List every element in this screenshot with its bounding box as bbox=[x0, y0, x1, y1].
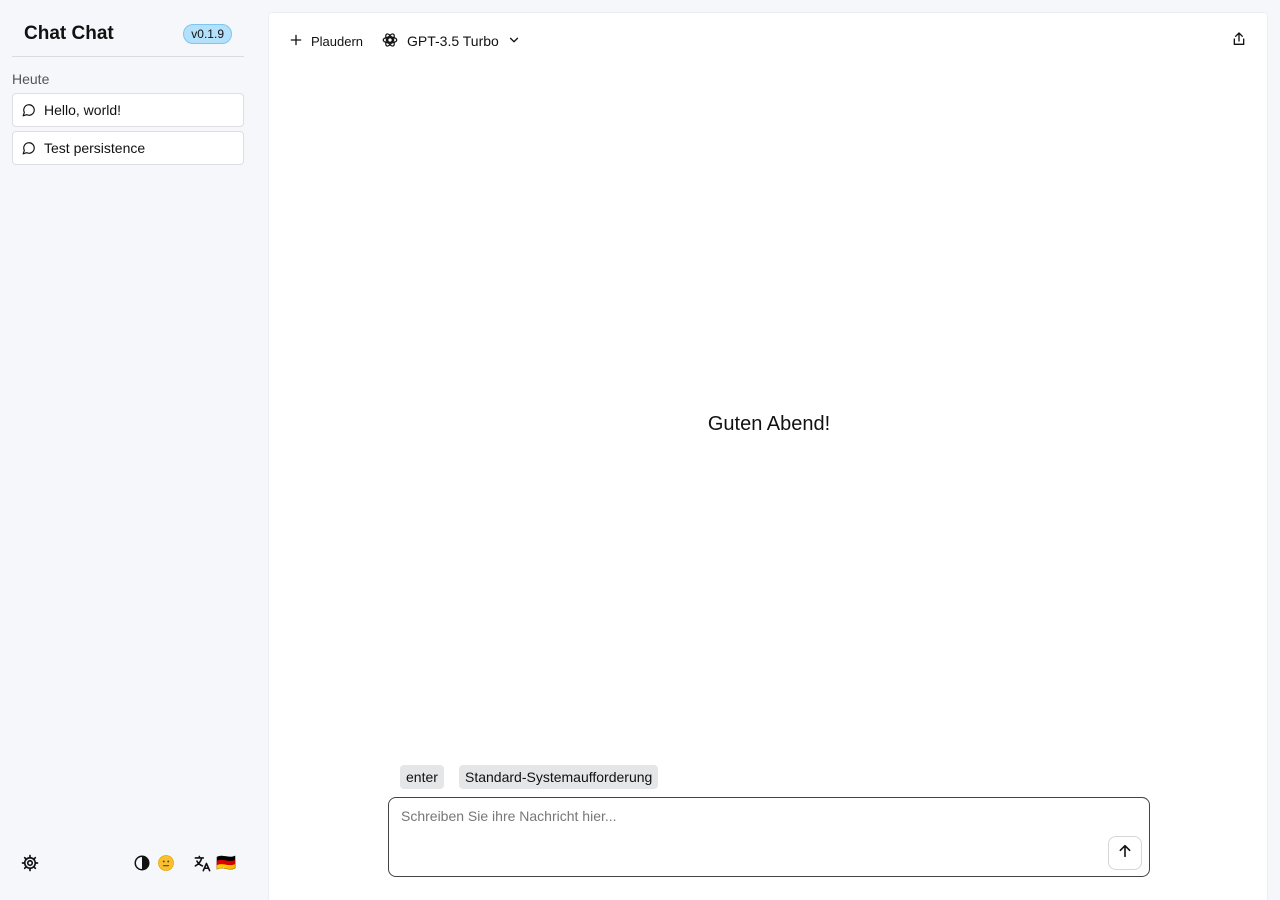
model-select[interactable]: GPT-3.5 Turbo bbox=[381, 30, 521, 52]
chat-bubble-icon bbox=[22, 141, 36, 155]
translate-icon[interactable] bbox=[192, 853, 212, 873]
plus-icon bbox=[289, 33, 303, 50]
share-icon bbox=[1231, 31, 1247, 52]
sidebar-chat-item[interactable]: Hello, world! bbox=[12, 93, 244, 127]
share-button[interactable] bbox=[1229, 31, 1249, 51]
sidebar-chat-label: Hello, world! bbox=[44, 102, 122, 118]
sidebar-chat-label: Test persistence bbox=[44, 140, 146, 156]
new-chat-label: Plaudern bbox=[311, 33, 364, 49]
new-chat-button[interactable]: Plaudern bbox=[289, 31, 363, 51]
sidebar: Chat Chat v0.1.9 Heute Hello, world! Tes… bbox=[0, 0, 256, 900]
emoji-face-icon[interactable] bbox=[156, 853, 176, 873]
chevron-down-icon bbox=[507, 33, 521, 50]
openai-logo-icon bbox=[381, 31, 399, 52]
main-panel: Plaudern GPT-3.5 Turbo Guten Abend! ente… bbox=[268, 12, 1268, 900]
sidebar-header: Chat Chat v0.1.9 bbox=[12, 12, 244, 57]
sidebar-chat-item[interactable]: Test persistence bbox=[12, 131, 244, 165]
gear-icon[interactable] bbox=[20, 853, 40, 873]
arrow-up-icon bbox=[1117, 843, 1133, 864]
language-flag[interactable]: 🇩🇪 bbox=[216, 853, 236, 873]
app-title: Chat Chat bbox=[24, 23, 114, 44]
chip-system-prompt[interactable]: Standard-Systemaufforderung bbox=[459, 765, 659, 789]
model-name: GPT-3.5 Turbo bbox=[407, 33, 499, 49]
chat-bubble-icon bbox=[22, 103, 36, 117]
chip-enter[interactable]: enter bbox=[400, 765, 444, 789]
contrast-icon[interactable] bbox=[132, 853, 152, 873]
message-input[interactable] bbox=[401, 808, 1091, 864]
send-button[interactable] bbox=[1108, 836, 1142, 870]
greeting-text: Guten Abend! bbox=[707, 413, 831, 435]
message-composer bbox=[388, 797, 1150, 877]
section-label-today: Heute bbox=[12, 71, 50, 87]
version-badge: v0.1.9 bbox=[183, 24, 232, 44]
